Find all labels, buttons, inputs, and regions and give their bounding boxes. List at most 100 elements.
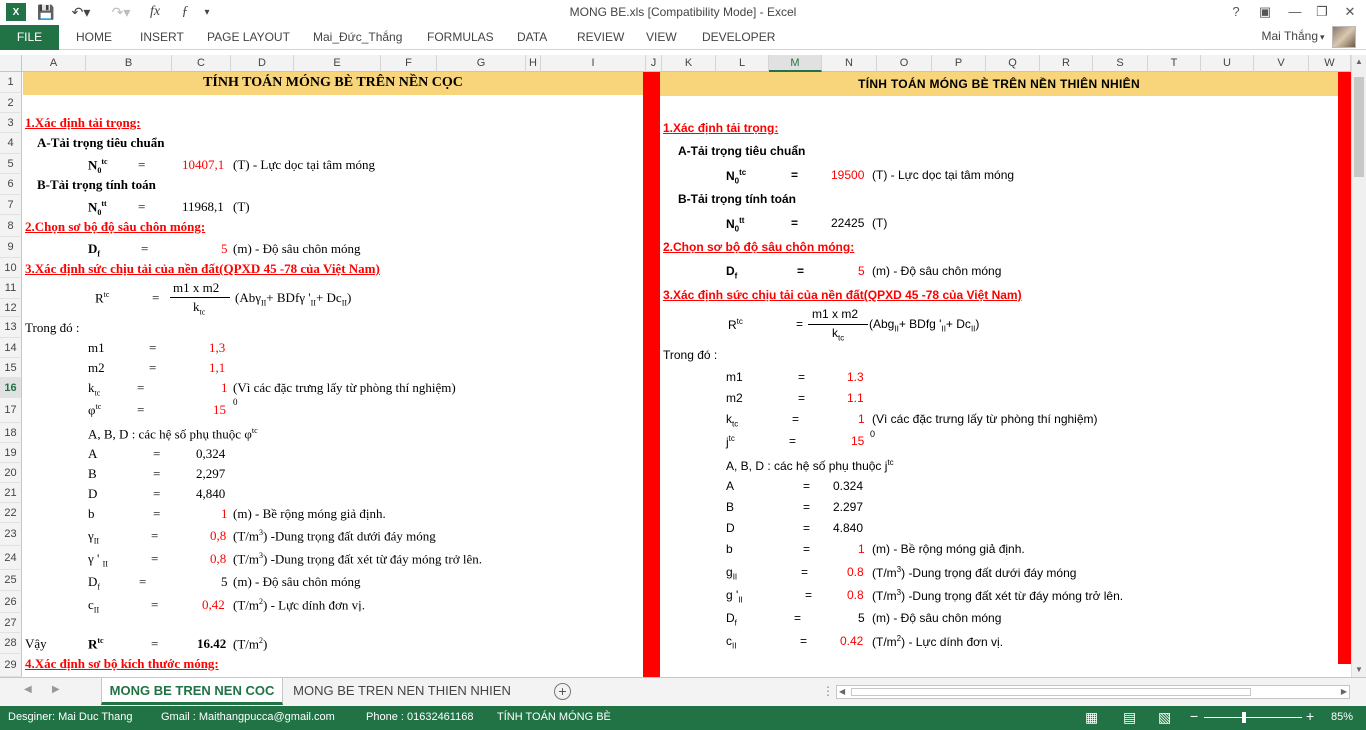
column-header-p[interactable]: P	[932, 55, 986, 72]
zoom-slider-thumb[interactable]	[1242, 712, 1246, 723]
row-header-12[interactable]: 12	[0, 299, 22, 317]
right-trong-do: Trong đó :	[663, 348, 718, 362]
horizontal-scroll-thumb[interactable]	[851, 688, 1251, 696]
column-header-v[interactable]: V	[1254, 55, 1309, 72]
row-header-25[interactable]: 25	[0, 570, 22, 591]
right-b-eq: =	[803, 542, 811, 556]
row-header-16[interactable]: 16	[0, 378, 22, 398]
row-header-28[interactable]: 28	[0, 633, 22, 654]
tab-scroll-left-icon[interactable]: ◀	[24, 684, 32, 695]
normal-view-icon[interactable]: ▦	[1085, 709, 1098, 726]
zoom-level[interactable]: 85%	[1331, 711, 1353, 723]
avatar[interactable]	[1332, 26, 1356, 48]
help-icon[interactable]: ?	[1224, 2, 1248, 22]
column-header-k[interactable]: K	[662, 55, 716, 72]
page-break-view-icon[interactable]: ▧	[1158, 709, 1171, 726]
tab-home[interactable]: HOME	[76, 25, 112, 50]
vertical-scroll-thumb[interactable]	[1354, 77, 1364, 177]
row-header-2[interactable]: 2	[0, 93, 22, 113]
tab-developer[interactable]: DEVELOPER	[702, 25, 775, 50]
close-icon[interactable]: ✕	[1338, 2, 1362, 22]
column-header-e[interactable]: E	[294, 55, 381, 72]
row-header-20[interactable]: 20	[0, 463, 22, 483]
select-all-corner[interactable]	[0, 55, 22, 72]
horizontal-scrollbar[interactable]: ◀ ▶	[836, 685, 1350, 699]
zoom-in-icon[interactable]: +	[1306, 708, 1314, 724]
column-header-j[interactable]: J	[646, 55, 662, 72]
left-ntc-symbol: N0tc	[88, 157, 108, 175]
tab-page-layout[interactable]: PAGE LAYOUT	[207, 25, 290, 50]
row-header-11[interactable]: 11	[0, 278, 22, 299]
row-header-24[interactable]: 24	[0, 546, 22, 570]
row-header-18[interactable]: 18	[0, 423, 22, 443]
column-header-u[interactable]: U	[1201, 55, 1254, 72]
row-header-10[interactable]: 10	[0, 258, 22, 278]
row-header-13[interactable]: 13	[0, 317, 22, 338]
scroll-down-icon[interactable]: ▼	[1354, 665, 1364, 675]
row-header-8[interactable]: 8	[0, 215, 22, 237]
tab-formulas[interactable]: FORMULAS	[427, 25, 494, 50]
right-a-label: A-Tải trọng tiêu chuẩn	[678, 144, 806, 158]
file-tab[interactable]: FILE	[0, 25, 59, 50]
tab-insert[interactable]: INSERT	[140, 25, 184, 50]
zoom-slider-track[interactable]	[1204, 717, 1302, 718]
column-header-a[interactable]: A	[22, 55, 86, 72]
user-dropdown-icon[interactable]: ▾	[1320, 25, 1325, 50]
row-header-5[interactable]: 5	[0, 154, 22, 174]
column-header-c[interactable]: C	[172, 55, 231, 72]
column-header-i[interactable]: I	[541, 55, 646, 72]
tab-custom[interactable]: Mai_Đức_Thắng	[313, 25, 402, 50]
row-header-3[interactable]: 3	[0, 113, 22, 133]
vertical-scrollbar[interactable]: ▲ ▼	[1351, 55, 1366, 677]
column-header-l[interactable]: L	[716, 55, 769, 72]
zoom-out-icon[interactable]: −	[1190, 708, 1198, 724]
column-header-w[interactable]: W	[1309, 55, 1351, 72]
row-header-15[interactable]: 15	[0, 358, 22, 378]
column-header-o[interactable]: O	[877, 55, 932, 72]
column-header-f[interactable]: F	[381, 55, 437, 72]
column-header-d[interactable]: D	[231, 55, 294, 72]
user-name[interactable]: Mai Thắng	[1262, 29, 1318, 43]
row-header-23[interactable]: 23	[0, 523, 22, 546]
row-header-21[interactable]: 21	[0, 483, 22, 503]
restore-icon[interactable]: ❐	[1310, 2, 1334, 22]
column-header-m[interactable]: M	[769, 55, 822, 72]
row-header-22[interactable]: 22	[0, 503, 22, 523]
add-sheet-icon[interactable]: +	[554, 683, 571, 700]
hscroll-left-icon[interactable]: ◀	[839, 687, 845, 696]
page-layout-view-icon[interactable]: ▤	[1123, 709, 1136, 726]
scroll-up-icon[interactable]: ▲	[1354, 57, 1364, 67]
column-header-r[interactable]: R	[1040, 55, 1093, 72]
column-header-t[interactable]: T	[1148, 55, 1201, 72]
tab-scroll-right-icon[interactable]: ▶	[52, 684, 60, 695]
tab-data[interactable]: DATA	[517, 25, 547, 50]
tab-split-handle[interactable]: ⋮	[822, 684, 834, 698]
row-header-29[interactable]: 29	[0, 654, 22, 677]
minimize-icon[interactable]: —	[1283, 2, 1307, 22]
left-c-label: cII	[88, 597, 100, 615]
sheet-tab-nen-coc[interactable]: MONG BE TREN NEN COC	[101, 678, 283, 705]
row-header-17[interactable]: 17	[0, 398, 22, 423]
column-header-q[interactable]: Q	[986, 55, 1040, 72]
column-header-h[interactable]: H	[526, 55, 541, 72]
sheet-tab-thien-nhien[interactable]: MONG BE TREN NEN THIEN NHIEN	[286, 678, 518, 705]
row-header-4[interactable]: 4	[0, 133, 22, 154]
row-header-6[interactable]: 6	[0, 174, 22, 195]
row-header-19[interactable]: 19	[0, 443, 22, 463]
row-header-9[interactable]: 9	[0, 237, 22, 258]
column-header-s[interactable]: S	[1093, 55, 1148, 72]
row-header-1[interactable]: 1	[0, 72, 22, 93]
column-header-n[interactable]: N	[822, 55, 877, 72]
row-header-14[interactable]: 14	[0, 338, 22, 358]
ribbon-display-icon[interactable]: ▣	[1253, 2, 1277, 22]
row-header-27[interactable]: 27	[0, 613, 22, 633]
tab-view[interactable]: VIEW	[646, 25, 677, 50]
column-header-b[interactable]: B	[86, 55, 172, 72]
row-header-26[interactable]: 26	[0, 591, 22, 613]
column-header-g[interactable]: G	[437, 55, 526, 72]
row-header-7[interactable]: 7	[0, 195, 22, 215]
left-ntc-value: 10407,1	[182, 157, 225, 172]
hscroll-right-icon[interactable]: ▶	[1341, 687, 1347, 696]
right-c-label: cII	[726, 634, 737, 651]
tab-review[interactable]: REVIEW	[577, 25, 624, 50]
